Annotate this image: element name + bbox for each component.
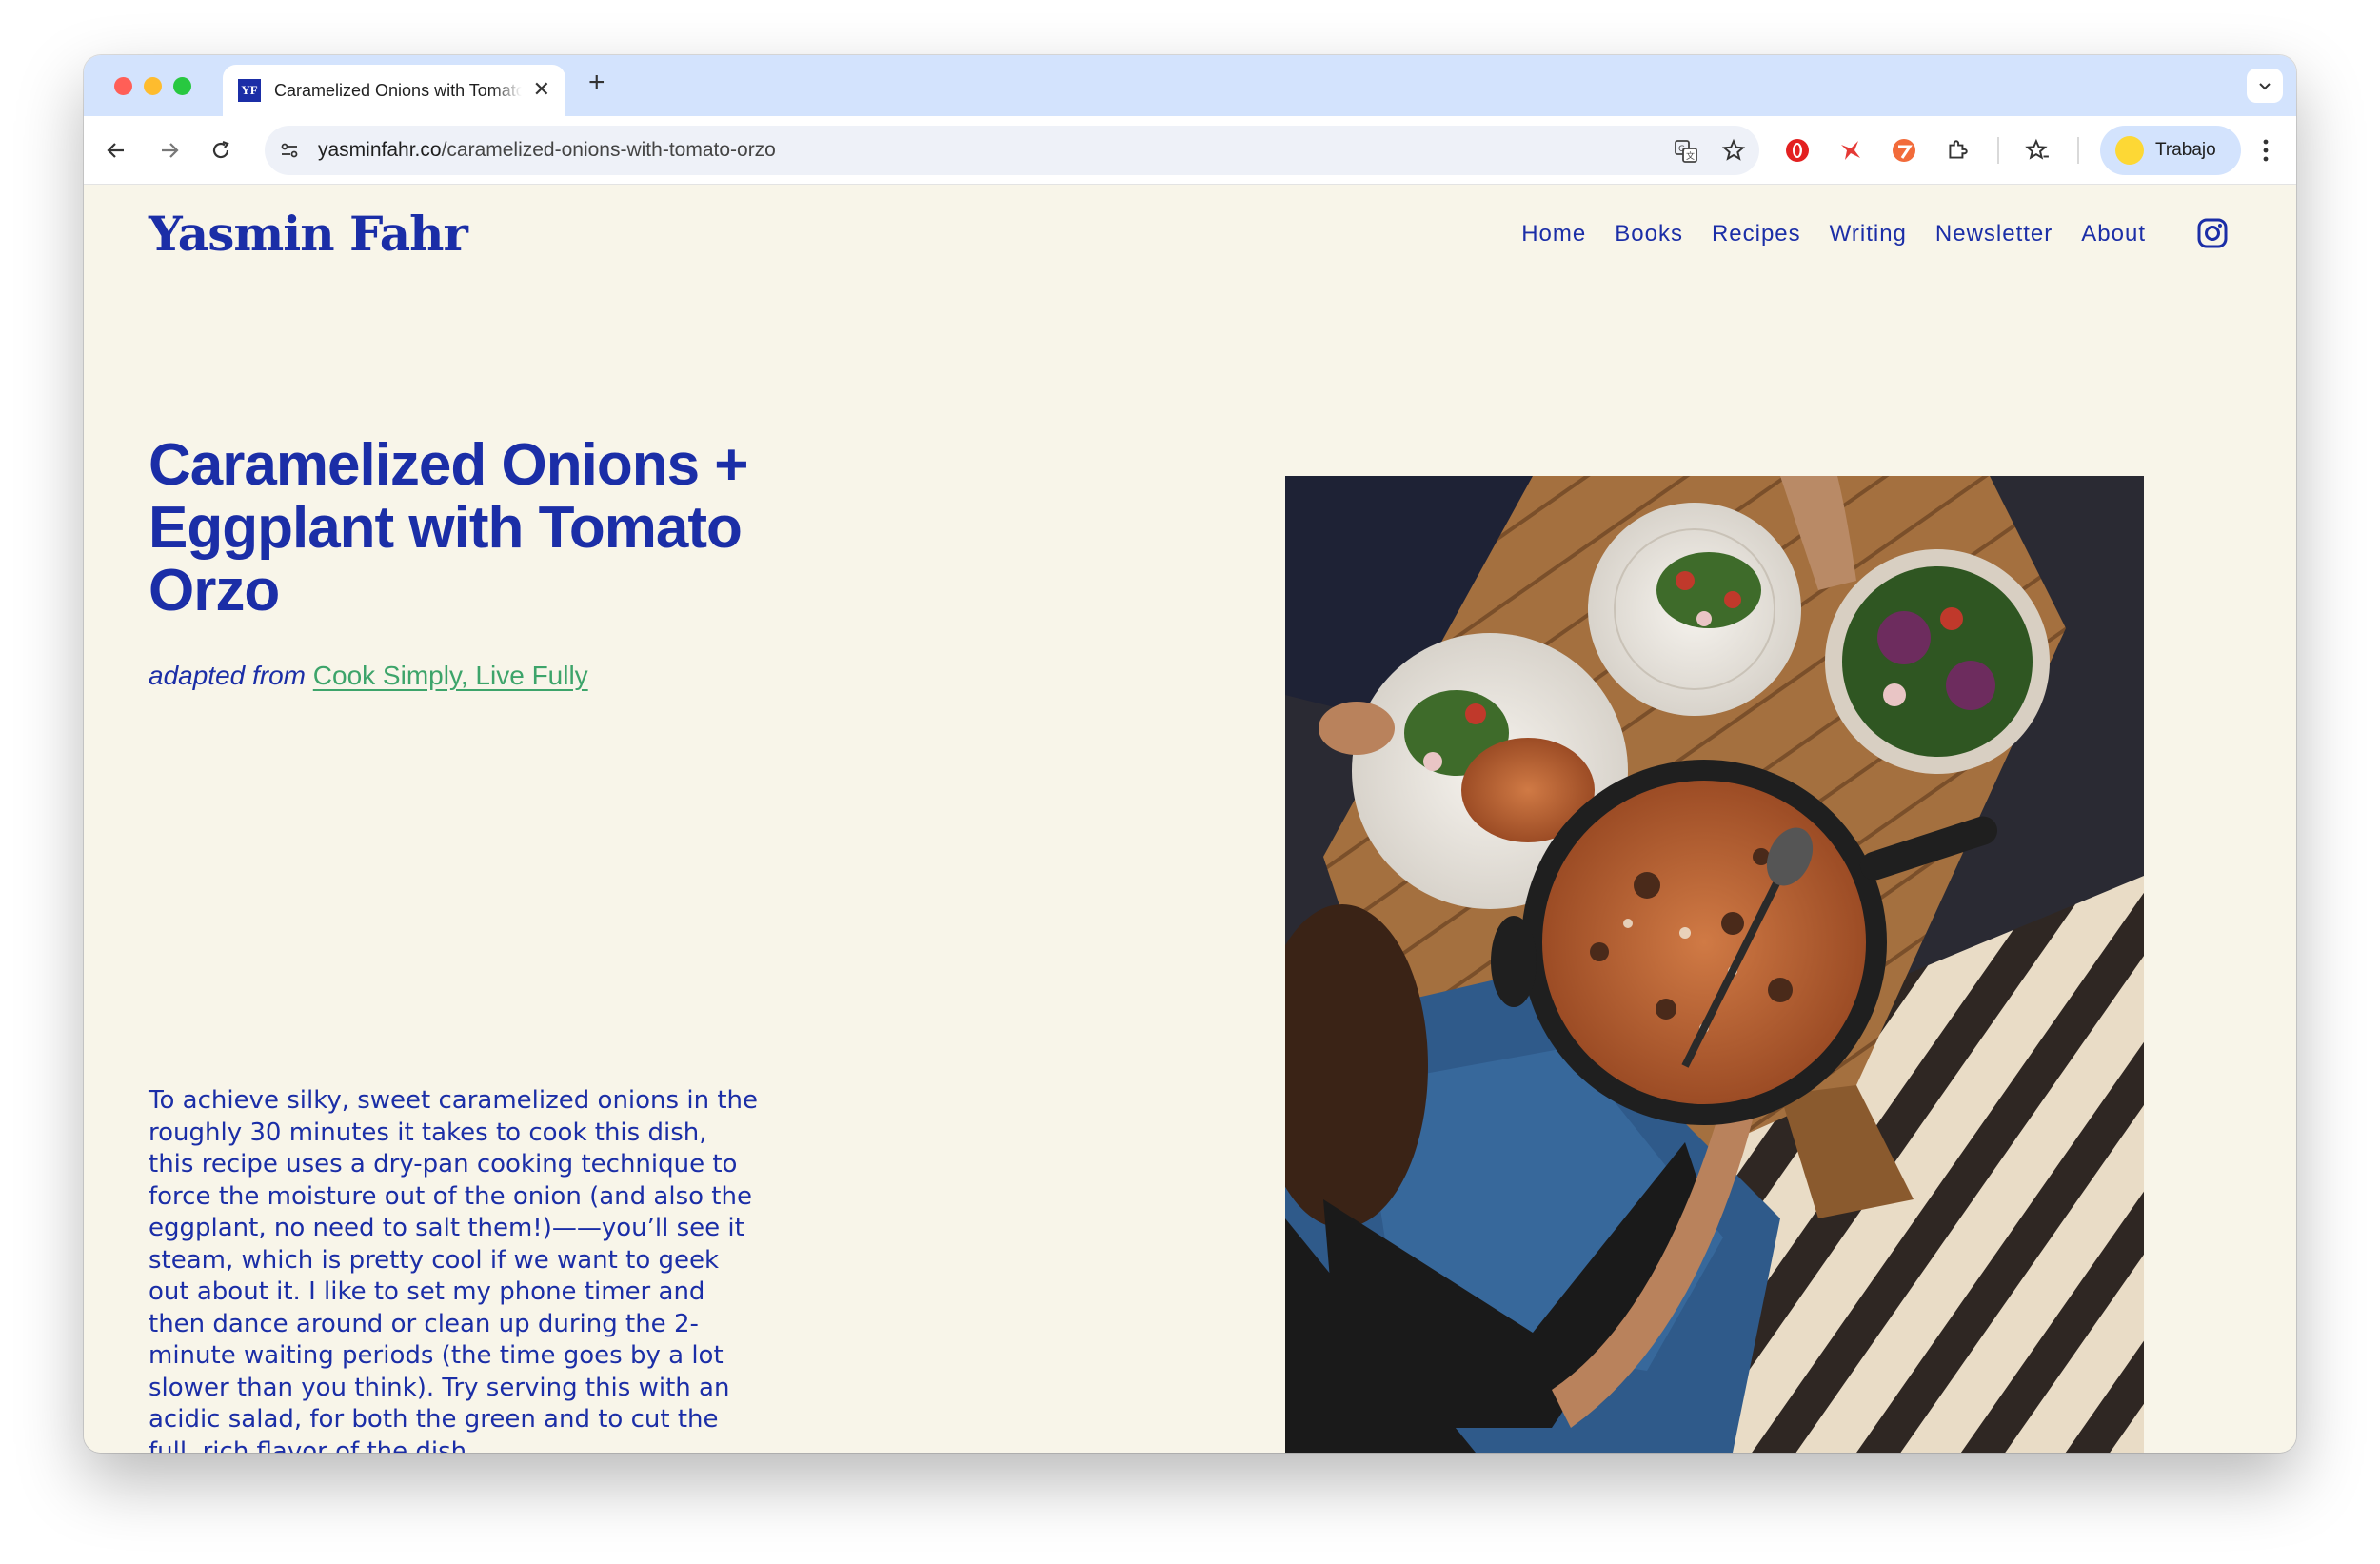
opera-extension-icon [1786,139,1809,162]
forward-button[interactable] [154,135,185,166]
bookmarks-button[interactable] [2022,135,2053,166]
address-bar[interactable]: yasminfahr.co/caramelized-onions-with-to… [265,126,1759,175]
bird-extension-icon [1841,141,1860,160]
toolbar-separator [2077,137,2079,164]
recipe-photo-illustration [1285,476,2144,1453]
extensions-button[interactable] [1942,135,1973,166]
url-text[interactable]: yasminfahr.co/caramelized-onions-with-to… [318,139,776,162]
extension-bird-button[interactable] [1835,135,1866,166]
book-link[interactable]: Cook Simply, Live Fully [313,661,588,690]
avatar [2115,136,2144,165]
profile-button[interactable]: Trabajo [2100,126,2241,175]
more-vertical-icon [2263,139,2269,162]
adapted-prefix: adapted from [149,661,306,690]
puzzle-icon [1949,140,1968,159]
url-path: /caramelized-onions-with-tomato-orzo [441,139,776,161]
nav-about[interactable]: About [2081,221,2146,247]
close-window-button[interactable] [114,77,132,95]
arrow-right-icon [162,143,179,158]
adapted-from: adapted from Cook Simply, Live Fully [149,661,588,691]
extension-opera-button[interactable] [1782,135,1813,166]
toolbar-separator [1997,137,1999,164]
nav-recipes[interactable]: Recipes [1712,221,1801,247]
browser-menu-button[interactable] [2251,135,2281,166]
arrow-left-icon [107,143,124,158]
star-list-icon [2025,138,2049,160]
svg-text:文: 文 [1686,150,1695,162]
tab-title: Caramelized Onions with Tomato Orzo [274,80,522,100]
main-nav: Home Books Recipes Writing Newsletter Ab… [1521,221,2146,247]
orange-extension-icon [1893,139,1915,162]
recipe-title: Caramelized Onions + Eggplant with Tomat… [149,432,749,624]
chevron-down-icon [2259,83,2271,90]
close-tab-icon[interactable]: ✕ [533,77,550,102]
reload-button[interactable] [206,135,236,166]
profile-name: Trabajo [2155,140,2216,160]
recipe-photo [1285,476,2144,1453]
browser-toolbar: yasminfahr.co/caramelized-onions-with-to… [84,116,2296,185]
url-domain: yasminfahr.co [318,139,442,161]
bookmark-star-icon[interactable] [1721,138,1746,163]
nav-writing[interactable]: Writing [1830,221,1907,247]
nav-books[interactable]: Books [1615,221,1683,247]
reload-icon [212,140,229,159]
tab-bar: YF Caramelized Onions with Tomato Orzo ✕… [84,55,2296,116]
site-settings-icon[interactable] [278,139,301,162]
active-tab[interactable]: YF Caramelized Onions with Tomato Orzo ✕ [223,65,565,116]
tab-search-button[interactable] [2247,69,2283,103]
site-favicon: YF [238,79,261,102]
maximize-window-button[interactable] [173,77,191,95]
translate-icon[interactable]: G文 [1674,139,1698,164]
minimize-window-button[interactable] [144,77,162,95]
site-logo[interactable]: Yasmin Fahr [149,206,468,262]
extension-orange-button[interactable] [1889,135,1919,166]
recipe-intro: To achieve silky, sweet caramelized onio… [149,1086,758,1453]
nav-newsletter[interactable]: Newsletter [1935,221,2053,247]
nav-home[interactable]: Home [1521,221,1586,247]
new-tab-button[interactable]: + [588,69,605,97]
svg-text:G: G [1678,145,1685,154]
browser-window: YF Caramelized Onions with Tomato Orzo ✕… [84,55,2296,1453]
instagram-icon[interactable] [2196,217,2229,249]
web-page: Yasmin Fahr Home Books Recipes Writing N… [84,185,2296,1453]
back-button[interactable] [101,135,131,166]
